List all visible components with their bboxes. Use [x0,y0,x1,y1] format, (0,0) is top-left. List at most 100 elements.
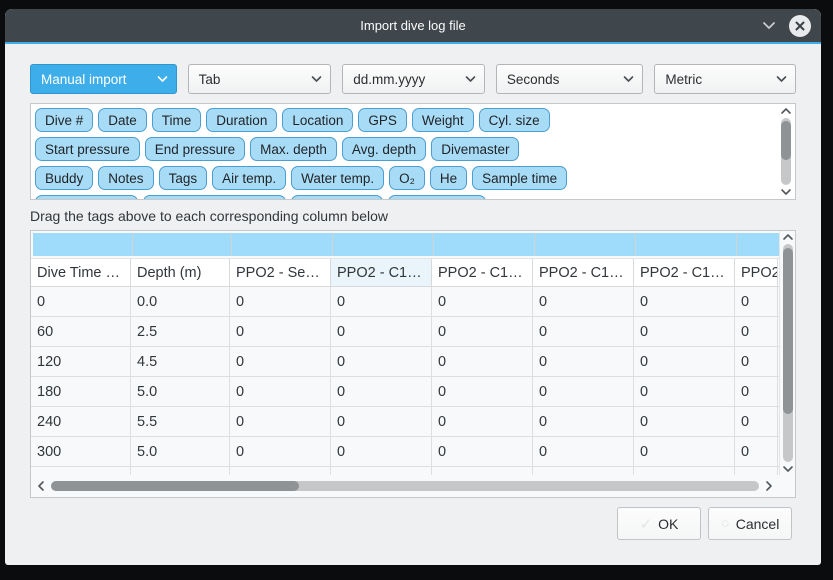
import-table: Dive Time …Depth (m)PPO2 - Se…PPO2 - C1…… [30,230,796,498]
tag-air-temp[interactable]: Air temp. [212,166,286,190]
table-cell: 0 [533,437,634,466]
table-cell: 0 [331,287,432,316]
table-cell: 0 [634,407,735,436]
table-cell: 0 [735,317,778,346]
tag-sample-depth[interactable]: Sample depth [35,195,138,200]
drop-target-cell[interactable] [33,233,133,256]
scroll-up-icon[interactable] [782,233,794,241]
tag-o[interactable]: O₂ [389,166,425,190]
tag-row: Start pressureEnd pressureMax. depthAvg.… [35,137,775,161]
column-header-3[interactable]: PPO2 - C1… [331,259,432,286]
tag-container: Dive #DateTimeDurationLocationGPSWeightC… [30,103,796,200]
drop-target-cell[interactable] [434,233,535,256]
column-header-2[interactable]: PPO2 - Se… [230,259,331,286]
table-cell: 0 [735,377,778,406]
table-cell: 0 [735,437,778,466]
drop-target-cell[interactable] [232,233,333,256]
tag-location[interactable]: Location [282,108,353,132]
tag-time[interactable]: Time [152,108,202,132]
select-duration-format[interactable]: Seconds [496,64,644,94]
tag-sample-po[interactable]: Sample pO₂ [291,195,384,200]
select-value: Seconds [507,72,560,87]
drop-target-cell[interactable] [333,233,434,256]
close-button[interactable] [789,15,811,37]
table-cell: 0 [331,317,432,346]
table-row-partial [31,467,779,475]
tag-scrollbar[interactable] [778,105,794,198]
drop-target-row [31,231,779,259]
tag-divemaster[interactable]: Divemaster [431,137,519,161]
select-import-mode[interactable]: Manual import [30,64,177,94]
tag-tags[interactable]: Tags [159,166,208,190]
tag-he[interactable]: He [430,166,467,190]
scroll-right-icon[interactable] [765,480,773,492]
table-hscroll-track[interactable] [51,481,759,491]
drop-target-cell[interactable] [737,233,779,256]
tag-sample-temperature[interactable]: Sample temperature [143,195,285,200]
scroll-up-icon[interactable] [780,107,792,115]
select-units[interactable]: Metric [654,64,796,94]
tag-duration[interactable]: Duration [206,108,277,132]
column-header-4[interactable]: PPO2 - C1… [432,259,533,286]
tag-weight[interactable]: Weight [412,108,474,132]
column-header-5[interactable]: PPO2 - C1… [533,259,634,286]
titlebar-chevron-down-icon[interactable] [761,18,777,34]
select-date-format[interactable]: dd.mm.yyyy [342,64,485,94]
tag-row: Sample depth Sample temperature Sample pO₂… [35,195,775,200]
table-cell: 0 [735,407,778,436]
table-cell: 300 [31,437,131,466]
tag-end-pressure[interactable]: End pressure [145,137,245,161]
close-icon [795,21,805,31]
tag-gps[interactable]: GPS [358,108,407,132]
column-header-0[interactable]: Dive Time … [31,259,131,286]
tag-max-depth[interactable]: Max. depth [250,137,337,161]
column-header-7[interactable]: PPO2 [735,259,778,286]
titlebar[interactable]: Import dive log file [5,9,821,42]
tag-sample-time[interactable]: Sample time [472,166,567,190]
tag-scrollbar-thumb[interactable] [781,121,791,160]
cancel-button[interactable]: ○ Cancel [708,507,792,540]
table-cell: 5.0 [131,377,230,406]
column-header-1[interactable]: Depth (m) [131,259,230,286]
tag-avg-depth[interactable]: Avg. depth [342,137,426,161]
table-hscroll-thumb[interactable] [51,481,299,491]
tag-start-pressure[interactable]: Start pressure [35,137,140,161]
column-header-6[interactable]: PPO2 - C1… [634,259,735,286]
scroll-down-icon[interactable] [780,188,792,196]
drop-target-cell[interactable] [133,233,232,256]
select-row: Manual import Tab dd.mm.yyyy Seconds Metric [30,64,796,94]
scroll-down-icon[interactable] [782,465,794,473]
table-cell: 5.0 [131,437,230,466]
tag-notes[interactable]: Notes [98,166,153,190]
table-cell: 0 [634,437,735,466]
tag-cyl-size[interactable]: Cyl. size [479,108,550,132]
tag-scrollbar-track[interactable] [781,118,791,185]
table-cell: 0 [634,377,735,406]
tag-buddy[interactable]: Buddy [35,166,93,190]
table-cell: 120 [31,347,131,376]
table-cell: 0 [432,287,533,316]
table-cell: 0 [533,317,634,346]
table-row: 3005.0000000 [31,437,779,467]
chevron-down-icon [623,76,634,83]
table-cell: 0 [230,407,331,436]
drop-target-cell[interactable] [535,233,636,256]
table-cell: 0 [230,287,331,316]
drop-target-cell[interactable] [636,233,737,256]
scroll-left-icon[interactable] [37,480,45,492]
table-row: 602.5000000 [31,317,779,347]
tag-date[interactable]: Date [98,108,147,132]
tag-sample-cns[interactable]: Sample CNS [388,195,486,200]
table-vertical-scrollbar[interactable] [779,231,795,475]
select-separator[interactable]: Tab [188,64,332,94]
table-cell: 0 [432,377,533,406]
tag-water-temp[interactable]: Water temp. [291,166,384,190]
ok-button[interactable]: ✓ OK [617,507,701,540]
import-dialog: Import dive log file Manual import Tab dd.… [5,9,821,565]
tag-row: BuddyNotesTagsAir temp.Water temp.O₂HeSa… [35,166,775,190]
table-cell: 180 [31,377,131,406]
tag-dive[interactable]: Dive # [35,108,93,132]
table-vscroll-track[interactable] [783,244,793,462]
table-horizontal-scrollbar[interactable] [31,475,779,497]
table-vscroll-thumb[interactable] [783,248,793,414]
